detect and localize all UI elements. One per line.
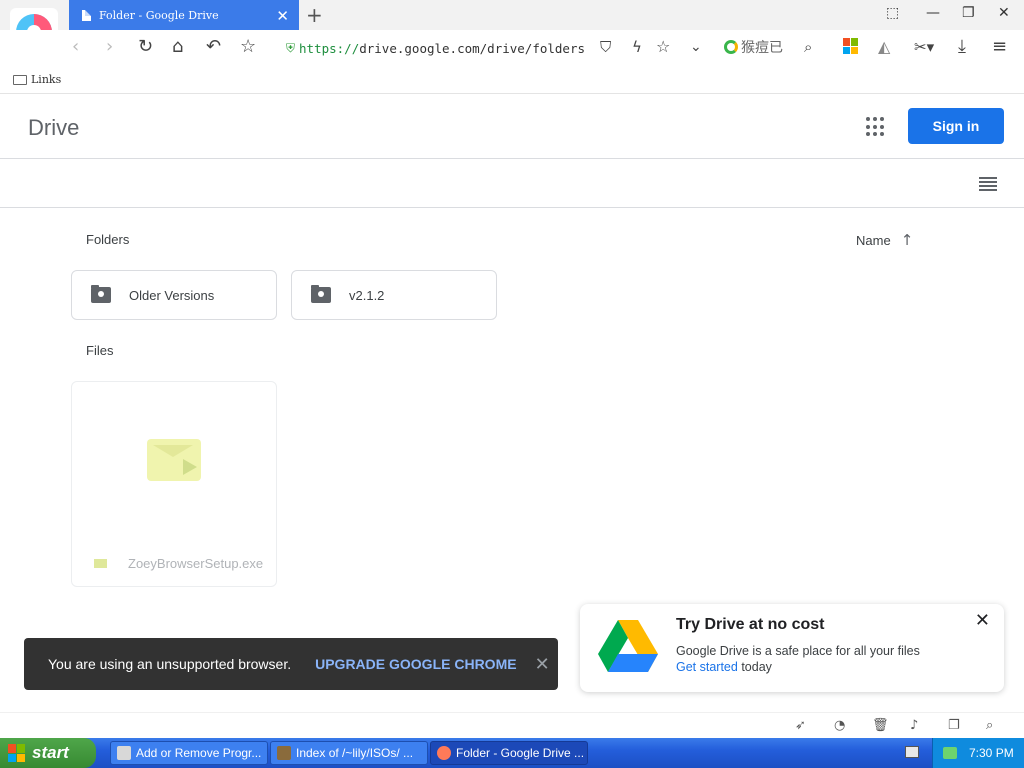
apps-color-icon[interactable] (843, 38, 859, 54)
browser-window: Folder - Google Drive ✕ + ⬚ — ❐ ✕ ‹ › ↻ … (0, 0, 1024, 768)
control-panel-icon (117, 746, 131, 760)
favorite-icon[interactable]: ☆ (656, 36, 670, 58)
search-box[interactable]: 猴痘已 (724, 37, 783, 57)
sound-icon[interactable]: ♪ (910, 718, 918, 733)
bookmark-links[interactable]: Links (31, 73, 61, 86)
forward-icon[interactable]: › (106, 36, 113, 58)
security-shield-icon: ⛨ (286, 40, 296, 55)
speed-icon[interactable]: ◔ (834, 718, 845, 733)
lightning-icon[interactable]: ϟ (632, 36, 642, 58)
bookmarks-bar: Links (0, 66, 1024, 94)
translate-icon[interactable]: ◭ (878, 36, 890, 58)
taskbar-item-drive[interactable]: Folder - Google Drive ... (430, 741, 588, 765)
zoom-icon[interactable]: ⌕ (986, 718, 993, 733)
file-card[interactable]: ZoeyBrowserSetup.exe (71, 381, 277, 587)
folder-card-older-versions[interactable]: Older Versions (71, 270, 277, 320)
folder-card-v212[interactable]: v2.1.2 (291, 270, 497, 320)
window-icon[interactable]: ❐ (948, 718, 960, 733)
promo-title: Try Drive at no cost (676, 616, 825, 633)
start-label: start (32, 743, 69, 762)
keyboard-icon[interactable] (905, 746, 919, 758)
task-label: Index of /~lily/ISOs/ ... (296, 746, 414, 760)
url-path: drive.google.com/drive/folders (359, 40, 586, 56)
promo-cta-suffix: today (737, 660, 772, 674)
folder-icon (13, 74, 27, 85)
minimize-icon[interactable]: — (926, 5, 940, 21)
browser-task-icon (437, 746, 451, 760)
url-scheme: https:// (299, 40, 360, 56)
reload-icon[interactable]: ↻ (138, 36, 153, 58)
promo-close-icon[interactable]: ✕ (975, 610, 990, 631)
upgrade-chrome-button[interactable]: UPGRADE GOOGLE CHROME (315, 656, 516, 672)
restore-icon[interactable]: ❐ (962, 5, 975, 21)
folders-heading: Folders (86, 232, 130, 247)
windows-logo-icon (8, 744, 26, 762)
tab-active[interactable]: Folder - Google Drive ✕ (69, 0, 299, 30)
browser-statusbar: ➶ ◔ 🗑 ♪ ❐ ⌕ (0, 712, 1024, 738)
file-type-icon (94, 559, 107, 568)
trash-icon[interactable]: 🗑 (872, 718, 889, 733)
snackbar-close-icon[interactable]: ✕ (535, 654, 550, 675)
tab-strip: Folder - Google Drive ✕ + ⬚ — ❐ ✕ (0, 0, 1024, 30)
taskbar-item-add-remove[interactable]: Add or Remove Progr... (110, 741, 268, 765)
download-icon[interactable]: ⤓ (958, 36, 966, 58)
file-name: ZoeyBrowserSetup.exe (128, 556, 264, 571)
shield-icon[interactable]: ⛉ (600, 36, 611, 58)
task-label: Add or Remove Progr... (136, 746, 262, 760)
snackbar-message: You are using an unsupported browser. (48, 656, 292, 672)
taskbar-item-index[interactable]: Index of /~lily/ISOs/ ... (270, 741, 428, 765)
file-thumbnail-icon (147, 439, 201, 481)
address-bar[interactable]: ⛨ https:// drive.google.com/drive/folder… (286, 36, 706, 60)
sort-label: Name (856, 232, 891, 248)
google-apps-icon[interactable] (866, 117, 886, 137)
shared-folder-icon (91, 285, 111, 303)
tab-close-icon[interactable]: ✕ (276, 7, 289, 25)
scissors-icon[interactable]: ✂▾ (914, 36, 934, 58)
chevron-down-icon[interactable]: ⌄ (690, 36, 702, 58)
search-engine-icon (724, 40, 738, 54)
rocket-icon[interactable]: ➶ (795, 718, 806, 733)
new-tab-icon[interactable]: + (306, 3, 323, 27)
windows-taskbar: start Add or Remove Progr... Index of /~… (0, 738, 1024, 768)
skin-icon[interactable]: ⬚ (886, 5, 899, 21)
system-tray: 7:30 PM (932, 738, 1024, 768)
clock[interactable]: 7:30 PM (969, 746, 1014, 760)
browser-task-icon (277, 746, 291, 760)
back-icon[interactable]: ‹ (72, 36, 79, 58)
list-view-icon[interactable] (979, 177, 997, 191)
task-label: Folder - Google Drive ... (456, 746, 585, 760)
home-icon[interactable]: ⌂ (172, 36, 183, 58)
sign-in-button[interactable]: Sign in (908, 108, 1004, 144)
drive-subbar (0, 160, 1024, 208)
bookmark-star-icon[interactable]: ☆ (240, 36, 256, 58)
drive-header: Drive Sign in (0, 95, 1024, 159)
folder-name: Older Versions (129, 287, 215, 303)
start-button[interactable]: start (0, 738, 96, 768)
files-heading: Files (86, 343, 114, 358)
unsupported-browser-snackbar: You are using an unsupported browser. UP… (24, 638, 558, 690)
promo-description: Google Drive is a safe place for all you… (676, 644, 920, 658)
promo-cta: Get started today (676, 660, 772, 674)
try-drive-promo: Try Drive at no cost Google Drive is a s… (580, 604, 1004, 692)
network-icon[interactable] (943, 747, 957, 759)
search-text: 猴痘已 (741, 39, 783, 55)
google-drive-logo-icon (598, 620, 658, 672)
tab-title: Folder - Google Drive (99, 8, 219, 22)
undo-icon[interactable]: ↶ (206, 36, 221, 58)
get-started-link[interactable]: Get started (676, 660, 738, 674)
menu-icon[interactable]: ≡ (992, 36, 1007, 58)
close-window-icon[interactable]: ✕ (998, 5, 1010, 21)
browser-toolbar: ‹ › ↻ ⌂ ↶ ☆ ⛨ https:// drive.google.com/… (0, 30, 1024, 66)
shared-folder-icon (311, 285, 331, 303)
search-icon[interactable]: ⌕ (804, 36, 812, 58)
sort-by-name[interactable]: Name ↑ (856, 231, 913, 249)
folder-name: v2.1.2 (349, 287, 385, 303)
page-title: Drive (28, 115, 80, 140)
document-icon (82, 9, 91, 21)
arrow-up-icon[interactable]: ↑ (901, 231, 914, 249)
